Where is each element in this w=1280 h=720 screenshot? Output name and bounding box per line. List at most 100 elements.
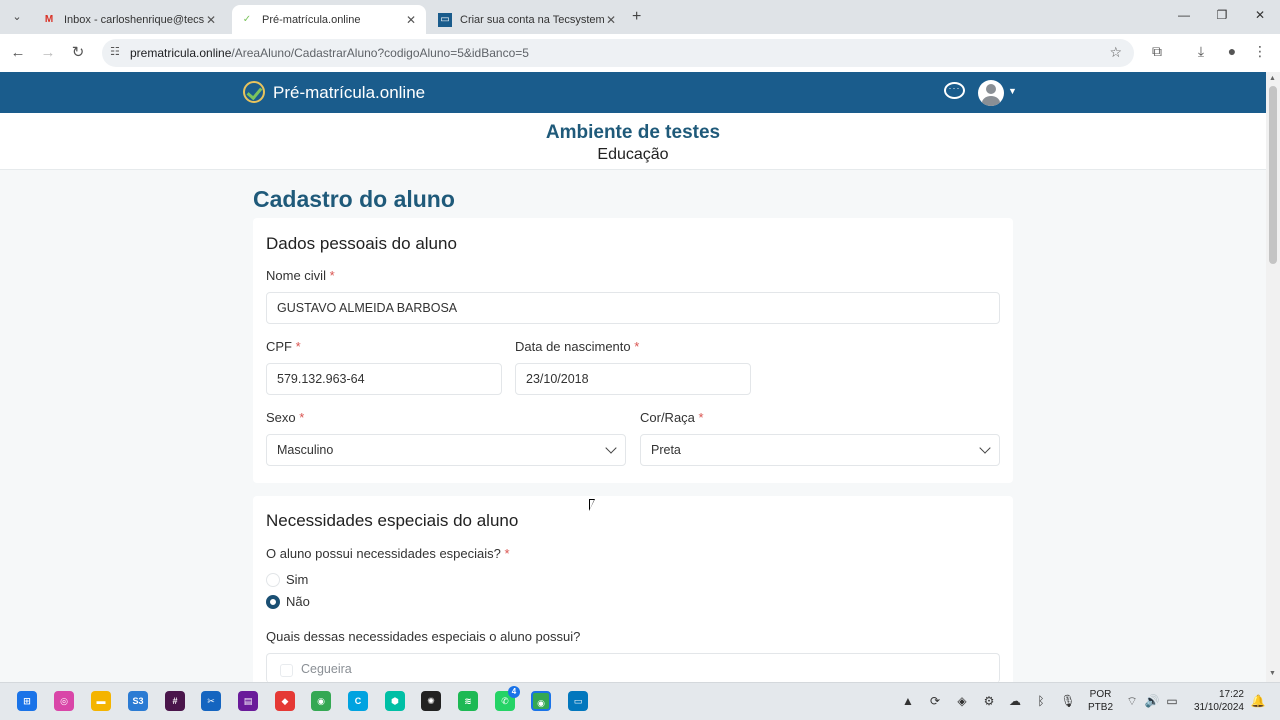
profile-icon[interactable]: ● [1222,43,1242,59]
battery-icon[interactable]: ▭ [1164,694,1180,708]
url-path: /AreaAluno/CadastrarAluno?codigoAluno=5&… [231,46,529,60]
sex-select[interactable]: Masculino [266,434,626,466]
caret-down-icon[interactable]: ▼ [1008,86,1017,96]
remote-app-icon[interactable]: ▭ [568,691,588,711]
sync-icon[interactable]: ⟳ [927,694,943,708]
restore-icon[interactable]: ❐ [1212,8,1232,22]
file-explorer-icon[interactable]: ▬ [91,691,111,711]
site-logo[interactable]: Pré-matrícula.online [273,83,425,103]
settings-icon[interactable]: ⚙ [981,694,997,708]
environment-subtitle: Educação [597,146,669,163]
s3-icon[interactable]: S3 [128,691,148,711]
clock[interactable]: 17:22 31/10/2024 [1186,688,1244,714]
browser-tab-bar: ⌄ M Inbox - carloshenrique@tecsystem ✕ ✓… [0,0,1280,34]
scroll-down-icon[interactable]: ▼ [1269,670,1276,677]
anydesk-icon[interactable]: ◆ [275,691,295,711]
birth-date-label: Data de nascimento * [515,339,639,354]
back-icon[interactable]: ← [8,43,28,63]
required-mark: * [504,546,510,561]
radio-label: Sim [286,572,309,587]
mouse-cursor-icon [589,499,595,511]
url-domain: prematricula.online [130,46,232,60]
radio-option-no[interactable]: Não [266,594,310,609]
close-icon[interactable]: ✕ [604,13,618,27]
minimize-icon[interactable]: — [1174,8,1194,22]
site-info-icon[interactable]: ☷ [110,45,120,58]
chrome-icon[interactable]: ◉ [311,691,331,711]
volume-icon[interactable]: 🔊 [1144,694,1160,708]
needs-option-cegueira[interactable]: Cegueira [266,653,1000,683]
special-needs-question: O aluno possui necessidades especiais? * [266,546,510,561]
name-field[interactable]: GUSTAVO ALMEIDA BARBOSA [266,292,1000,324]
tab-prematricula[interactable]: ✓ Pré-matrícula.online ✕ [232,5,426,34]
label-text: CPF [266,339,292,354]
user-avatar-icon[interactable] [978,80,1004,106]
time: 17:22 [1218,689,1244,700]
spotify-icon[interactable]: ≋ [458,691,478,711]
address-bar[interactable]: ☷ prematricula.online/AreaAluno/Cadastra… [102,39,1134,67]
section-title: Necessidades especiais do aluno [266,511,519,530]
windows-start-icon[interactable]: ⊞ [17,691,37,711]
radio-option-yes[interactable]: Sim [266,572,308,587]
extensions-icon[interactable]: ⧉ [1147,43,1167,60]
chrome-active-icon[interactable]: ◉ [531,691,551,711]
tab-tecsystem[interactable]: ▭ Criar sua conta na Tecsystem ✕ [430,5,626,34]
menu-dots-icon[interactable]: ⋮ [1250,43,1270,60]
page-title: Cadastro do aluno [253,186,455,212]
page-scrollbar[interactable]: ▲ ▼ [1266,72,1280,682]
canva-icon[interactable]: C [348,691,368,711]
reload-icon[interactable]: ↻ [68,43,88,63]
required-mark: * [299,410,305,425]
tab-title: Inbox - carloshenrique@tecsystem [64,13,204,26]
select-value: Masculino [277,443,334,457]
window-close-icon[interactable]: ✕ [1250,8,1270,22]
slack-icon[interactable]: # [165,691,185,711]
tab-search-icon[interactable]: ⌄ [8,8,26,26]
personal-data-card: Dados pessoais do aluno Nome civil * GUS… [253,218,1013,483]
forward-icon[interactable]: → [38,43,58,63]
label-text: Sexo [266,410,296,425]
checkbox[interactable] [280,664,293,677]
radio-button[interactable] [266,572,280,587]
birth-date-field[interactable]: 23/10/2018 [515,363,751,395]
close-icon[interactable]: ✕ [404,13,418,27]
new-tab-button[interactable]: + [632,8,641,26]
microphone-icon[interactable]: 🎙 [1060,694,1076,708]
required-mark: * [698,410,704,425]
drive-icon[interactable]: ▲ [900,694,916,708]
bookmark-star-icon[interactable]: ☆ [1109,44,1122,61]
media-app-icon[interactable]: ▤ [238,691,258,711]
onedrive-icon[interactable]: ☁ [1007,694,1023,708]
tab-gmail[interactable]: M Inbox - carloshenrique@tecsystem ✕ [34,5,226,34]
taskbar: ⊞ ◎ ▬ S3 # ✂ ▤ ◆ ◉ C ⬢ ✺ ≋ ✆ 4 ◉ ▭ ▲ ⟳ ◈ … [0,682,1280,720]
language-indicator[interactable]: POR PTB2 [1088,688,1113,714]
notification-badge: 4 [508,686,520,698]
environment-title: Ambiente de testes [545,122,721,143]
snipping-tool-icon[interactable]: ✂ [201,691,221,711]
check-icon: ✓ [242,14,252,25]
chevron-down-icon [605,442,617,454]
bluetooth-icon[interactable]: ᛒ [1033,694,1049,708]
tab-title: Pré-matrícula.online [262,13,361,26]
date: 31/10/2024 [1193,702,1244,713]
radio-button-checked[interactable] [266,594,280,609]
wifi-icon[interactable]: ⌔ [1124,694,1140,709]
race-label: Cor/Raça * [640,410,704,425]
app-icon[interactable]: ⬢ [385,691,405,711]
cpf-field[interactable]: 579.132.963-64 [266,363,502,395]
copilot-icon[interactable]: ◎ [54,691,74,711]
scroll-up-icon[interactable]: ▲ [1269,75,1276,82]
race-select[interactable]: Preta [640,434,1000,466]
notification-bell-icon[interactable]: 🔔 [1250,694,1266,708]
scroll-thumb[interactable] [1269,86,1277,264]
security-icon[interactable]: ◈ [954,694,970,708]
section-title: Dados pessoais do aluno [266,234,457,253]
environment-banner: Ambiente de testes Educação [0,113,1266,170]
logo-check-icon [243,81,265,103]
chat-icon[interactable]: ··· [944,82,965,99]
tab-title: Criar sua conta na Tecsystem [460,13,604,26]
close-icon[interactable]: ✕ [204,13,218,27]
whatsapp-icon[interactable]: ✆ 4 [495,686,520,711]
download-icon[interactable]: ⤓ [1191,43,1211,60]
chatgpt-icon[interactable]: ✺ [421,691,441,711]
